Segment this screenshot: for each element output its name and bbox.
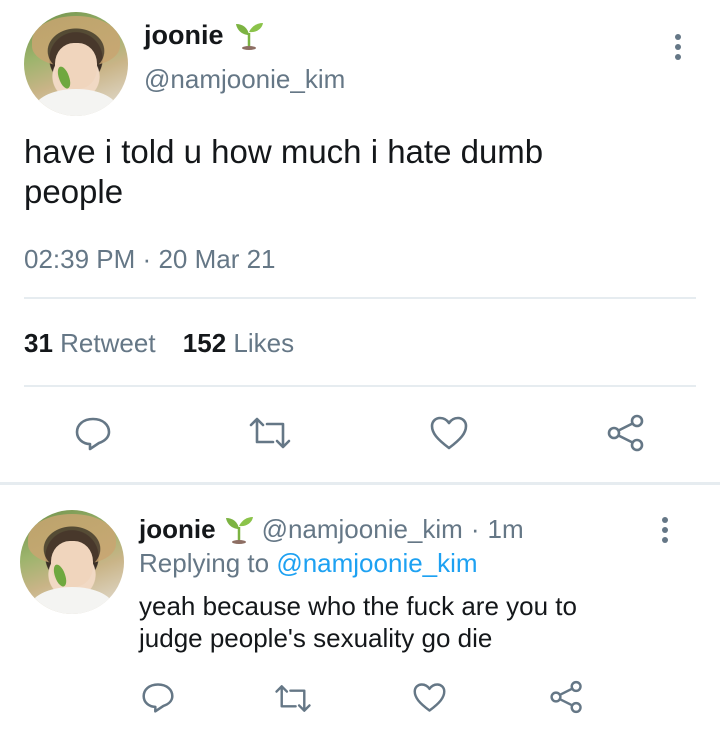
display-name[interactable]: joonie [139,514,216,545]
more-vertical-icon[interactable] [662,517,668,547]
tweet-date: 20 Mar 21 [158,244,276,274]
share-icon[interactable] [549,680,584,714]
reply-header: joonie @namjoonie_kim · 1m [139,512,524,546]
avatar[interactable] [24,12,128,116]
separator-dot: · [470,513,480,544]
main-tweet: joonie @namjoonie_kim have i told u how … [0,0,720,482]
tweet-timestamp[interactable]: 02:39 PM · 20 Mar 21 [24,244,276,275]
user-handle[interactable]: @namjoonie_kim [144,64,345,95]
user-handle[interactable]: @namjoonie_kim [262,514,463,545]
reply-icon[interactable] [74,414,112,452]
display-name[interactable]: joonie [144,20,224,51]
reply-tweet[interactable]: joonie @namjoonie_kim · 1m Replying to @… [0,486,720,736]
avatar[interactable] [20,510,124,614]
retweet-label: Retweet [60,328,156,358]
separator-dot: · [142,244,152,274]
reply-icon[interactable] [141,680,175,714]
retweet-stat[interactable]: 31 Retweet [24,328,163,358]
like-count: 152 [182,328,227,358]
seedling-icon [224,514,254,544]
section-divider [0,482,720,485]
likes-stat[interactable]: 152 Likes [183,328,294,358]
retweet-count: 31 [24,328,53,358]
tweet-text-line: people [24,173,124,210]
replying-to-handle[interactable]: @namjoonie_kim [276,548,477,578]
divider [24,297,696,299]
tweet-age: 1m [487,513,524,544]
retweet-icon[interactable] [247,414,293,452]
more-vertical-icon[interactable] [675,34,681,64]
retweet-icon[interactable] [273,682,313,715]
reply-text-line: judge people's sexuality go die [139,623,493,653]
engagement-stats: 31 Retweet 152 Likes [24,328,294,359]
tweet-text-line: have i told u how much i hate dumb [24,133,544,170]
divider [24,385,696,387]
seedling-icon [234,20,264,50]
tweet-time: 02:39 PM [24,244,136,274]
replying-to-label: Replying to [139,548,270,578]
reply-text: yeah because who the fuck are you to jud… [139,590,699,654]
tweet-text: have i told u how much i hate dumb peopl… [24,132,684,212]
reply-text-line: yeah because who the fuck are you to [139,591,577,621]
heart-icon[interactable] [412,681,447,714]
heart-icon[interactable] [429,414,469,452]
replying-to: Replying to @namjoonie_kim [139,548,478,579]
share-icon[interactable] [606,414,646,452]
like-label: Likes [233,328,295,358]
